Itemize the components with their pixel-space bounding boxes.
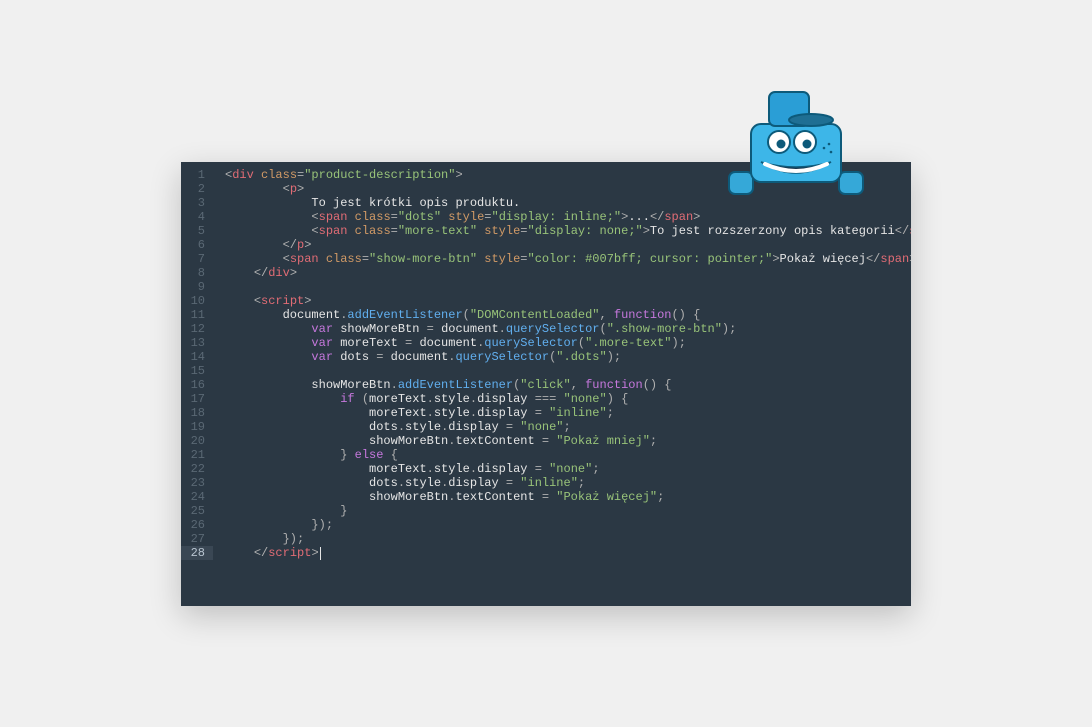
line-number: 17 bbox=[187, 392, 205, 406]
line-number: 9 bbox=[187, 280, 205, 294]
code-line[interactable]: var dots = document.querySelector(".dots… bbox=[225, 350, 903, 364]
code-line[interactable] bbox=[225, 364, 903, 378]
code-line[interactable]: </script> bbox=[225, 546, 903, 560]
line-number: 6 bbox=[187, 238, 205, 252]
line-number: 21 bbox=[187, 448, 205, 462]
line-number: 10 bbox=[187, 294, 205, 308]
code-line[interactable]: moreText.style.display = "inline"; bbox=[225, 406, 903, 420]
code-line[interactable]: </p> bbox=[225, 238, 903, 252]
line-number: 14 bbox=[187, 350, 205, 364]
code-line[interactable]: if (moreText.style.display === "none") { bbox=[225, 392, 903, 406]
line-number: 20 bbox=[187, 434, 205, 448]
line-number: 27 bbox=[187, 532, 205, 546]
code-line[interactable]: } else { bbox=[225, 448, 903, 462]
line-number: 15 bbox=[187, 364, 205, 378]
code-line[interactable]: }); bbox=[225, 532, 903, 546]
code-content[interactable]: <div class="product-description"> <p> To… bbox=[213, 162, 911, 566]
code-line[interactable]: document.addEventListener("DOMContentLoa… bbox=[225, 308, 903, 322]
line-number: 22 bbox=[187, 462, 205, 476]
line-number: 3 bbox=[187, 196, 205, 210]
line-number: 7 bbox=[187, 252, 205, 266]
code-line[interactable]: <span class="dots" style="display: inlin… bbox=[225, 210, 903, 224]
line-number: 4 bbox=[187, 210, 205, 224]
code-line[interactable]: dots.style.display = "none"; bbox=[225, 420, 903, 434]
code-line[interactable]: </div> bbox=[225, 266, 903, 280]
mascot-character bbox=[721, 84, 871, 204]
line-number: 12 bbox=[187, 322, 205, 336]
code-line[interactable]: <span class="more-text" style="display: … bbox=[225, 224, 903, 238]
line-number: 11 bbox=[187, 308, 205, 322]
code-line[interactable]: }); bbox=[225, 518, 903, 532]
line-number: 13 bbox=[187, 336, 205, 350]
code-editor[interactable]: 1234567891011121314151617181920212223242… bbox=[181, 162, 911, 606]
line-number: 24 bbox=[187, 490, 205, 504]
code-line[interactable]: dots.style.display = "inline"; bbox=[225, 476, 903, 490]
code-line[interactable]: moreText.style.display = "none"; bbox=[225, 462, 903, 476]
line-number: 16 bbox=[187, 378, 205, 392]
line-number: 1 bbox=[187, 168, 205, 182]
code-line[interactable]: var showMoreBtn = document.querySelector… bbox=[225, 322, 903, 336]
line-number: 2 bbox=[187, 182, 205, 196]
code-line[interactable]: showMoreBtn.textContent = "Pokaż mniej"; bbox=[225, 434, 903, 448]
line-number: 8 bbox=[187, 266, 205, 280]
line-number-gutter: 1234567891011121314151617181920212223242… bbox=[181, 162, 213, 566]
code-line[interactable]: showMoreBtn.addEventListener("click", fu… bbox=[225, 378, 903, 392]
code-editor-window: 1234567891011121314151617181920212223242… bbox=[181, 162, 911, 606]
line-number: 5 bbox=[187, 224, 205, 238]
line-number: 25 bbox=[187, 504, 205, 518]
code-line[interactable]: showMoreBtn.textContent = "Pokaż więcej"… bbox=[225, 490, 903, 504]
line-number: 26 bbox=[187, 518, 205, 532]
code-line[interactable] bbox=[225, 280, 903, 294]
code-line[interactable]: var moreText = document.querySelector(".… bbox=[225, 336, 903, 350]
line-number: 28 bbox=[181, 546, 213, 560]
line-number: 23 bbox=[187, 476, 205, 490]
code-line[interactable]: <script> bbox=[225, 294, 903, 308]
line-number: 19 bbox=[187, 420, 205, 434]
code-line[interactable]: <span class="show-more-btn" style="color… bbox=[225, 252, 903, 266]
line-number: 18 bbox=[187, 406, 205, 420]
code-line[interactable]: } bbox=[225, 504, 903, 518]
